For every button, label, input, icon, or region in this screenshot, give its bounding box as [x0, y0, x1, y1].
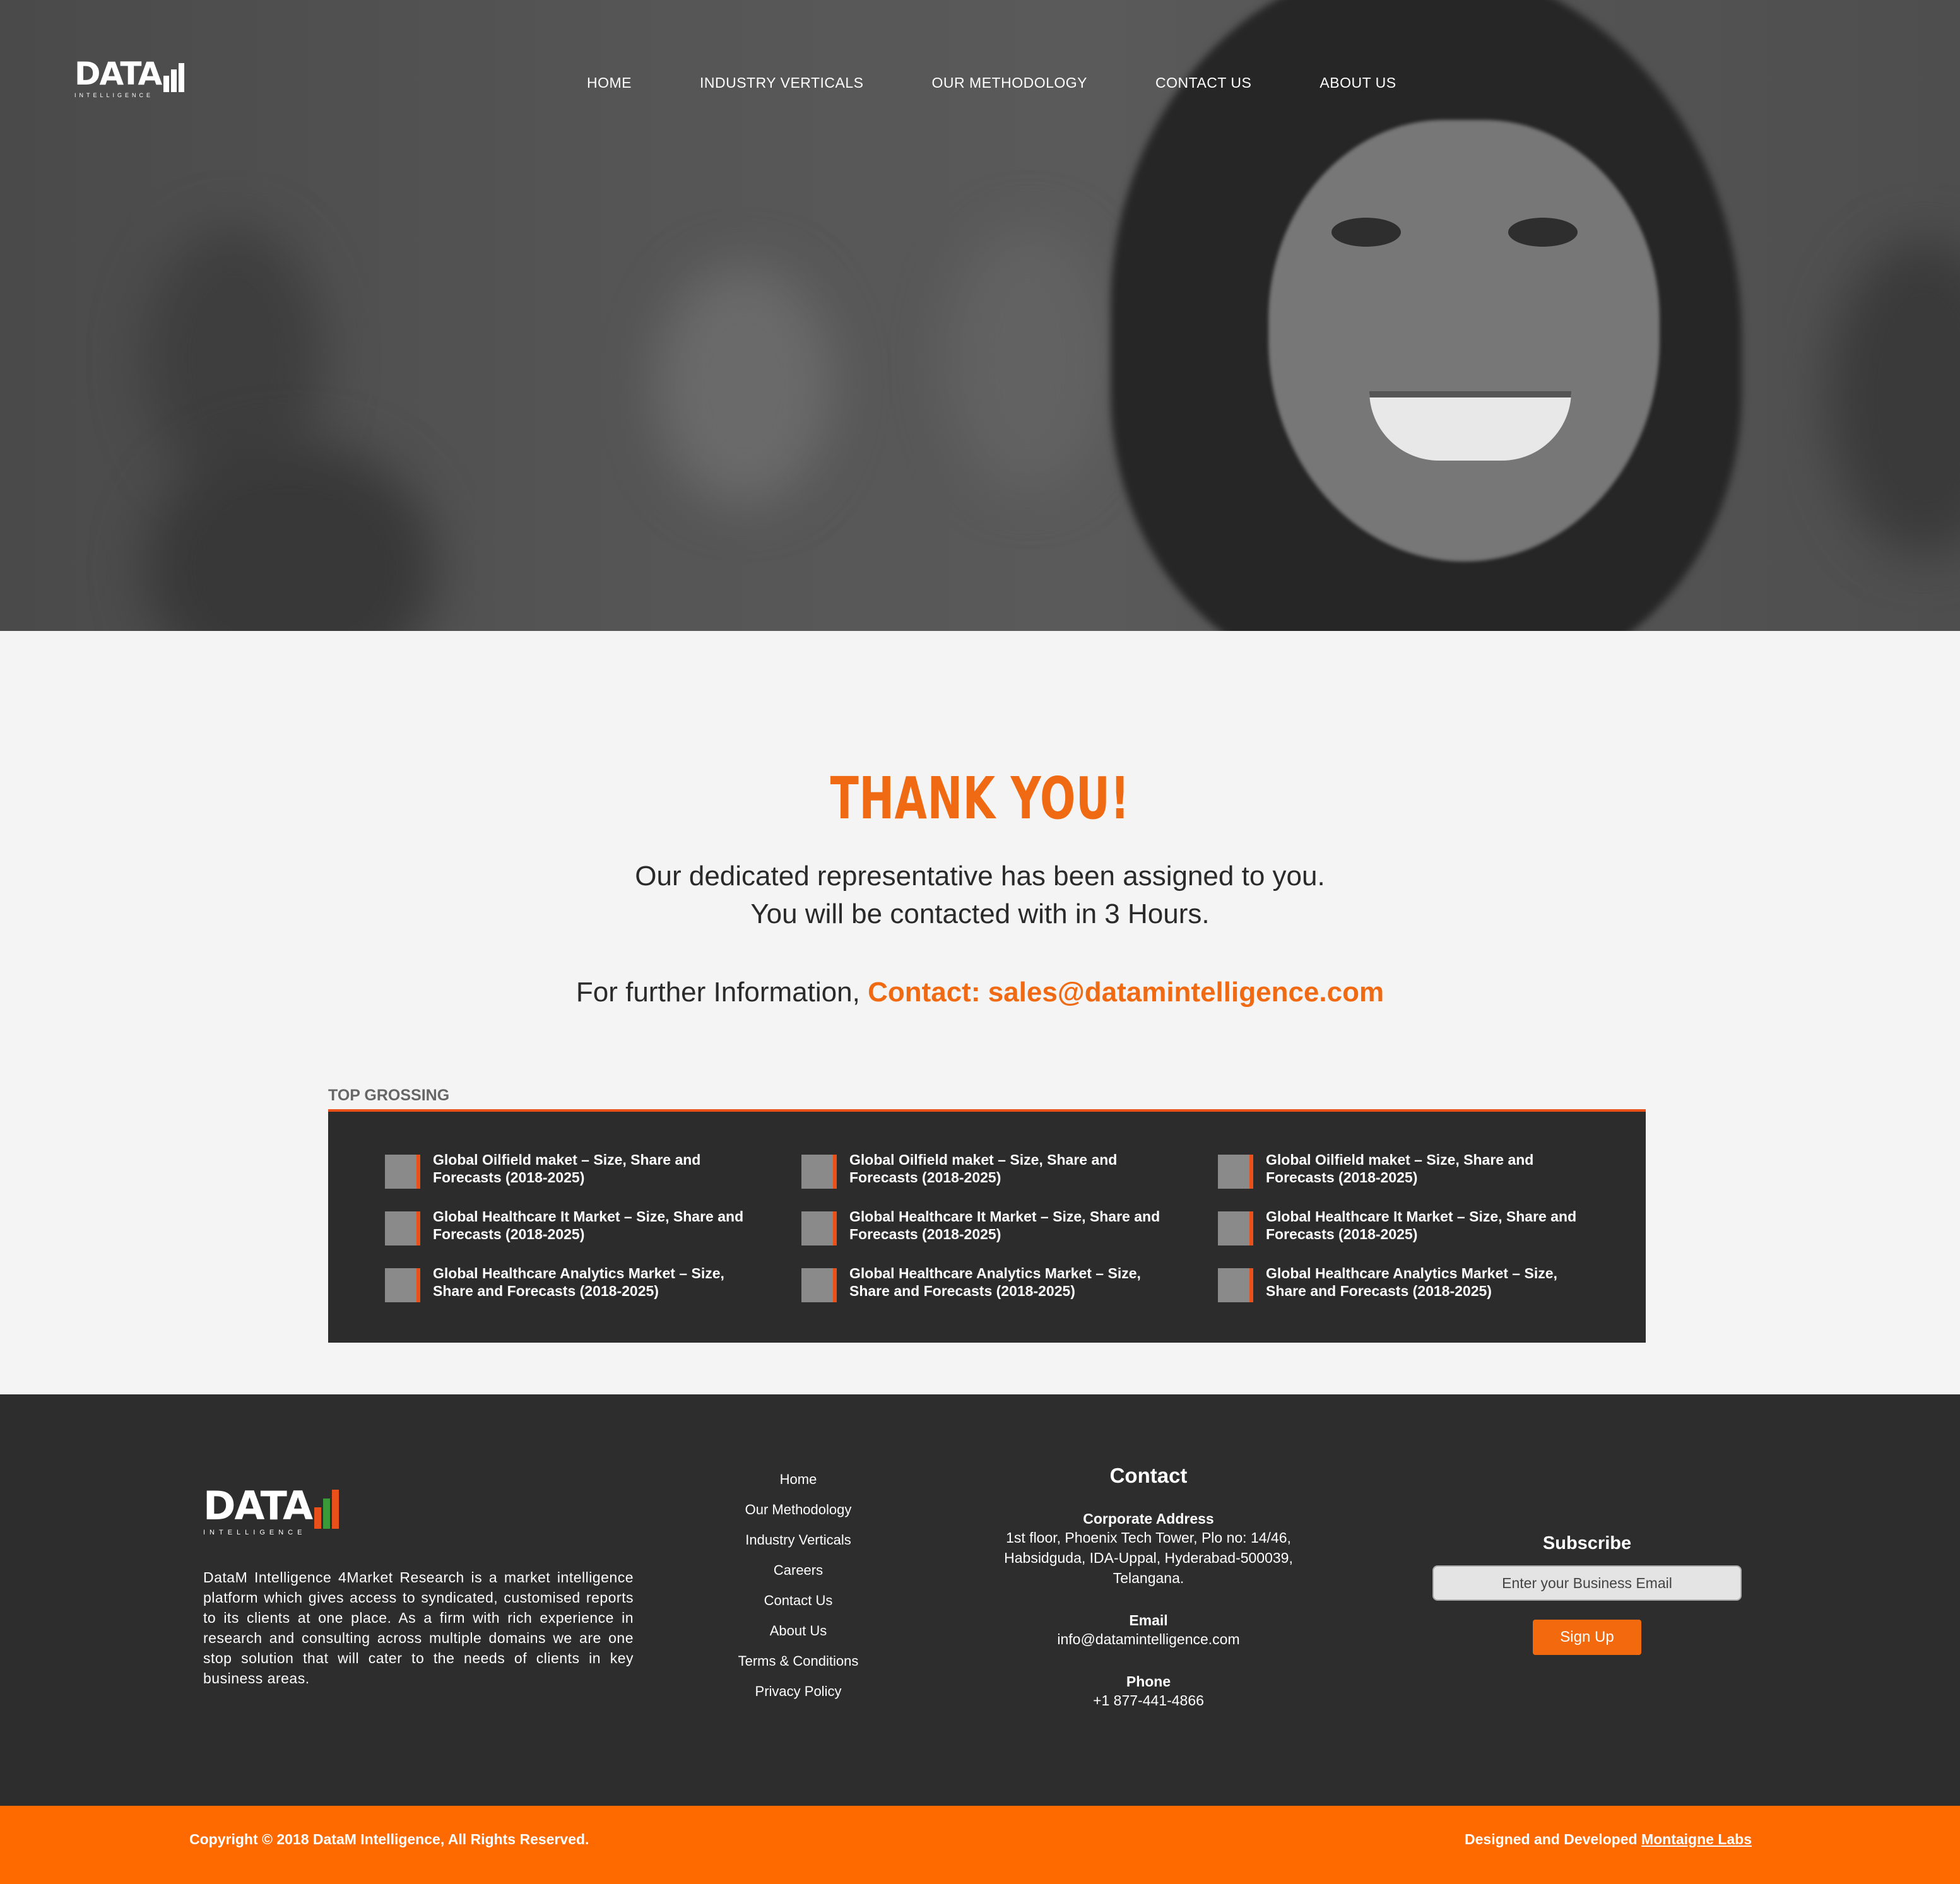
hero-background-shape — [656, 265, 833, 505]
top-grossing-panel: Global Oilfield maket – Size, Share and … — [328, 1112, 1646, 1343]
further-info-prefix: For further Information, — [576, 977, 868, 1008]
nav-about-us[interactable]: ABOUT US — [1319, 74, 1396, 91]
footer-link-our-methodology[interactable]: Our Methodology — [735, 1500, 861, 1531]
hero-background-shape — [947, 227, 1111, 492]
top-grossing-title: TOP GROSSING — [328, 1086, 450, 1104]
report-thumbnail — [385, 1211, 420, 1245]
subscribe-email-input[interactable] — [1432, 1565, 1742, 1601]
hero-banner — [0, 0, 1960, 631]
contact-email[interactable]: info@datamintelligence.com — [972, 1629, 1325, 1649]
address-line: Telangana. — [1113, 1570, 1184, 1586]
footer-link-terms[interactable]: Terms & Conditions — [735, 1652, 861, 1682]
logo-bars-icon — [314, 1490, 341, 1529]
sign-up-button[interactable]: Sign Up — [1533, 1620, 1641, 1655]
contact-heading: Contact — [1109, 1464, 1188, 1487]
hero-portrait-eye — [1508, 218, 1578, 247]
report-thumbnail — [1218, 1155, 1253, 1189]
copyright-text: Copyright © 2018 DataM Intelligence, All… — [189, 1831, 589, 1847]
address-line: 1st floor, Phoenix Tech Tower, Plo no: 1… — [1006, 1529, 1291, 1546]
logo-subtext: INTELLIGENCE — [203, 1529, 307, 1536]
footer-about-text: DataM Intelligence 4Market Research is a… — [203, 1569, 634, 1687]
montaigne-labs-link[interactable]: Montaigne Labs — [1641, 1831, 1752, 1847]
report-thumbnail — [801, 1268, 837, 1302]
hero-portrait-face — [1268, 120, 1660, 562]
logo-text: DATA — [203, 1483, 313, 1529]
report-title: Global Oilfield maket – Size, Share and … — [849, 1151, 1118, 1186]
contact-phone[interactable]: +1 877-441-4866 — [972, 1690, 1325, 1710]
sales-email-link[interactable]: Contact: sales@datamintelligence.com — [868, 977, 1384, 1008]
footer-link-home[interactable]: Home — [735, 1470, 861, 1500]
report-item[interactable]: Global Healthcare It Market – Size, Shar… — [385, 1208, 764, 1245]
report-thumbnail — [801, 1155, 837, 1189]
subscribe-form: Subscribe Sign Up — [1432, 1533, 1742, 1655]
report-title: Global Oilfield maket – Size, Share and … — [1266, 1151, 1534, 1186]
designed-by-prefix: Designed and Developed — [1465, 1831, 1641, 1847]
report-thumbnail — [1218, 1268, 1253, 1302]
footer-links: Home Our Methodology Industry Verticals … — [735, 1470, 861, 1712]
footer-link-about-us[interactable]: About Us — [735, 1622, 861, 1652]
report-thumbnail — [385, 1268, 420, 1302]
logo-text: DATA — [74, 56, 162, 92]
report-title: Global Healthcare Analytics Market – Siz… — [1266, 1265, 1557, 1299]
report-title: Global Oilfield maket – Size, Share and … — [433, 1151, 701, 1186]
report-thumbnail — [801, 1211, 837, 1245]
nav-industry-verticals[interactable]: INDUSTRY VERTICALS — [700, 74, 864, 91]
address-label: Corporate Address — [1083, 1510, 1214, 1527]
thank-you-line-1: Our dedicated representative has been as… — [635, 861, 1325, 892]
report-item[interactable]: Global Healthcare Analytics Market – Siz… — [801, 1264, 1180, 1302]
report-item[interactable]: Global Healthcare Analytics Market – Siz… — [385, 1264, 764, 1302]
email-label: Email — [1129, 1612, 1168, 1628]
report-thumbnail — [385, 1155, 420, 1189]
phone-label: Phone — [1126, 1673, 1171, 1690]
logo-wordmark: DATA — [203, 1483, 341, 1529]
main-nav: HOME INDUSTRY VERTICALS OUR METHODOLOGY … — [587, 74, 1465, 91]
report-item[interactable]: Global Healthcare It Market – Size, Shar… — [1218, 1208, 1597, 1245]
logo-bars-icon — [163, 63, 186, 92]
footer-link-careers[interactable]: Careers — [735, 1561, 861, 1591]
report-item[interactable]: Global Oilfield maket – Size, Share and … — [1218, 1151, 1597, 1189]
logo-wordmark: DATA — [74, 56, 186, 92]
subscribe-heading: Subscribe — [1542, 1533, 1632, 1553]
hero-background-shape — [1830, 240, 1960, 555]
footer-contact: Contact Corporate Address 1st floor, Pho… — [972, 1464, 1325, 1710]
footer-logo[interactable]: DATA INTELLIGENCE — [203, 1483, 341, 1536]
report-title: Global Healthcare It Market – Size, Shar… — [1266, 1208, 1577, 1242]
hero-portrait-eye — [1331, 218, 1401, 247]
report-title: Global Healthcare It Market – Size, Shar… — [849, 1208, 1160, 1242]
report-item[interactable]: Global Oilfield maket – Size, Share and … — [801, 1151, 1180, 1189]
nav-our-methodology[interactable]: OUR METHODOLOGY — [932, 74, 1087, 91]
footer-link-industry-verticals[interactable]: Industry Verticals — [735, 1531, 861, 1561]
thank-you-heading: THANK YOU! — [830, 765, 1130, 832]
report-item[interactable]: Global Oilfield maket – Size, Share and … — [385, 1151, 764, 1189]
report-thumbnail — [1218, 1211, 1253, 1245]
header-logo[interactable]: DATA INTELLIGENCE — [74, 56, 186, 98]
report-item[interactable]: Global Healthcare It Market – Size, Shar… — [801, 1208, 1180, 1245]
thank-you-line-2: You will be contacted with in 3 Hours. — [750, 898, 1210, 929]
report-item[interactable]: Global Healthcare Analytics Market – Siz… — [1218, 1264, 1597, 1302]
nav-contact-us[interactable]: CONTACT US — [1155, 74, 1251, 91]
report-title: Global Healthcare Analytics Market – Siz… — [849, 1265, 1141, 1299]
designed-by: Designed and Developed Montaigne Labs — [1465, 1831, 1752, 1848]
nav-home[interactable]: HOME — [587, 74, 632, 91]
report-title: Global Healthcare It Market – Size, Shar… — [433, 1208, 744, 1242]
report-title: Global Healthcare Analytics Market – Siz… — [433, 1265, 724, 1299]
footer-link-privacy[interactable]: Privacy Policy — [735, 1682, 861, 1712]
footer-link-contact-us[interactable]: Contact Us — [735, 1591, 861, 1622]
address-line: Habsidguda, IDA-Uppal, Hyderabad-500039, — [1004, 1550, 1293, 1566]
further-info: For further Information, Contact: sales@… — [0, 977, 1960, 1008]
logo-subtext: INTELLIGENCE — [74, 92, 154, 98]
